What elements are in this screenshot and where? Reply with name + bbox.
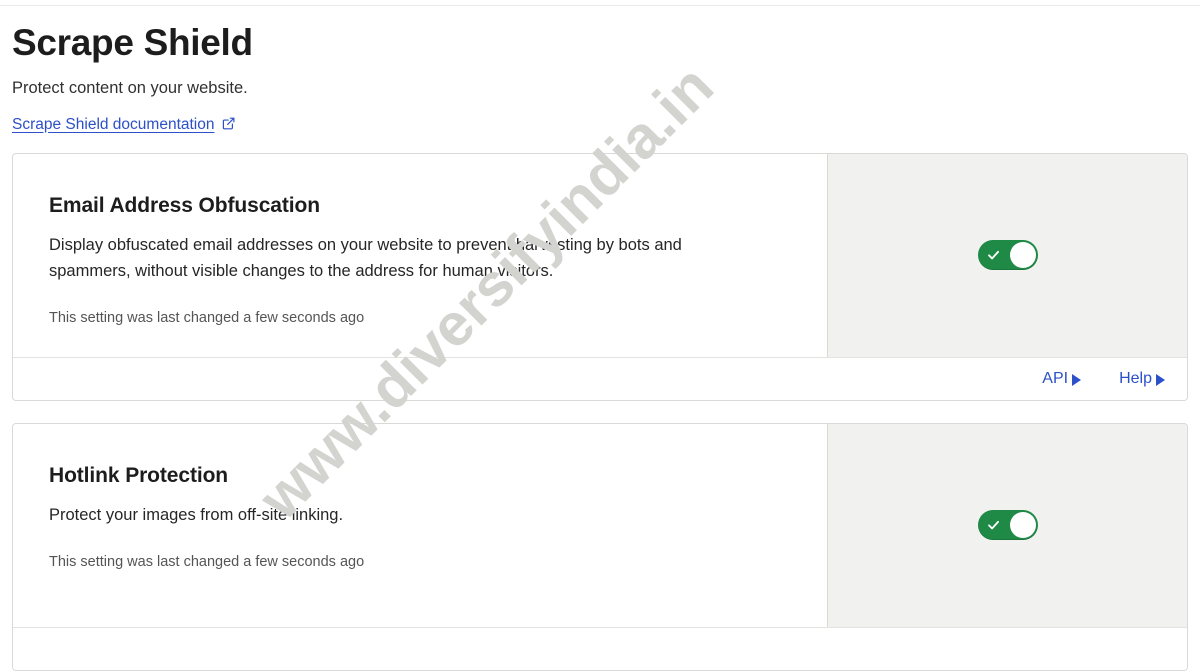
check-icon [987,250,999,260]
card-last-changed-note: This setting was last changed a few seco… [49,553,365,570]
api-link[interactable]: API [1042,369,1082,388]
card-description: Display obfuscated email addresses on yo… [49,235,682,280]
scrape-shield-documentation-link[interactable]: Scrape Shield documentation [12,116,215,134]
hotlink-protection-toggle[interactable] [977,510,1038,541]
card-title: Hotlink Protection [49,463,229,487]
chevron-right-icon [1156,373,1165,386]
card-description: Protect your images from off-site linkin… [49,505,344,524]
help-link-label: Help [1119,369,1152,387]
card-control-panel [827,423,1187,627]
card-footer [13,626,1187,670]
setting-card-email-address-obfuscation: Email Address Obfuscation Display obfusc… [12,152,1188,401]
card-control-panel [827,153,1187,357]
email-obfuscation-toggle[interactable] [977,240,1038,271]
check-icon [987,520,999,530]
documentation-link-row: Scrape Shield documentation [12,116,1200,134]
card-text-block: Hotlink Protection Protect your images f… [13,424,827,627]
chevron-right-icon [1072,373,1082,386]
card-footer: API Help [13,356,1187,400]
api-link-label: API [1042,369,1069,387]
external-link-icon[interactable] [222,117,235,130]
page-title: Scrape Shield [12,22,253,63]
scrape-shield-page: Scrape Shield Protect content on your we… [0,0,1200,671]
help-link[interactable]: Help [1119,370,1165,388]
card-main: Hotlink Protection Protect your images f… [13,423,1187,627]
page-subtitle: Protect content on your website. [12,79,248,98]
card-main: Email Address Obfuscation Display obfusc… [13,153,1187,357]
page-header: Scrape Shield Protect content on your we… [0,0,1200,134]
card-last-changed-note: This setting was last changed a few seco… [49,309,365,326]
toggle-knob [1009,242,1036,269]
settings-card-list: Email Address Obfuscation Display obfusc… [0,152,1200,671]
card-text-block: Email Address Obfuscation Display obfusc… [13,154,827,357]
setting-card-hotlink-protection: Hotlink Protection Protect your images f… [12,422,1188,671]
card-title: Email Address Obfuscation [49,193,320,217]
toggle-knob [1009,512,1036,539]
